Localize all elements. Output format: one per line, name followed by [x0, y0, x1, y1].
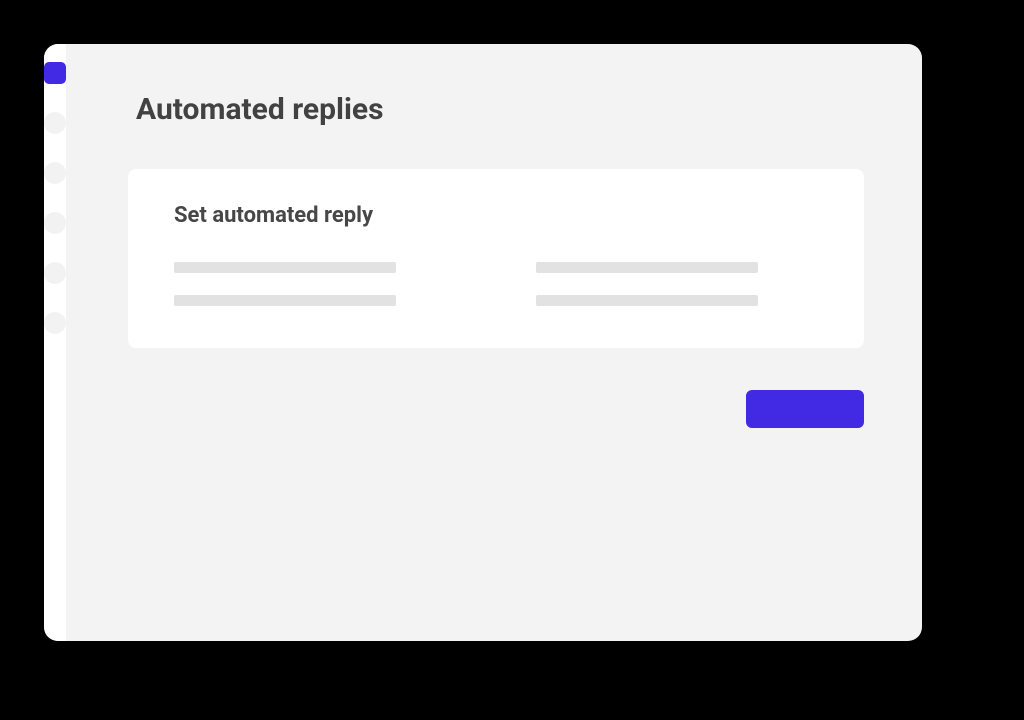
form-field-placeholder[interactable] [174, 295, 396, 306]
sidebar-item-5[interactable] [44, 262, 66, 284]
settings-card: Set automated reply [128, 169, 864, 348]
action-row [128, 390, 864, 428]
form-field-placeholder[interactable] [536, 295, 758, 306]
form-field-placeholder[interactable] [174, 262, 396, 273]
sidebar-item-6[interactable] [44, 312, 66, 334]
form-field-placeholder[interactable] [536, 262, 758, 273]
save-button[interactable] [746, 390, 864, 428]
main-content: Automated replies Set automated reply [66, 44, 922, 641]
card-title: Set automated reply [174, 203, 818, 228]
sidebar-item-4[interactable] [44, 212, 66, 234]
sidebar-item-2[interactable] [44, 112, 66, 134]
app-window: Automated replies Set automated reply [44, 44, 922, 641]
sidebar [44, 44, 66, 641]
page-title: Automated replies [136, 92, 864, 127]
form-column-right [536, 262, 758, 306]
form-column-left [174, 262, 396, 306]
form-columns [174, 262, 818, 306]
sidebar-item-3[interactable] [44, 162, 66, 184]
sidebar-item-1[interactable] [44, 62, 66, 84]
